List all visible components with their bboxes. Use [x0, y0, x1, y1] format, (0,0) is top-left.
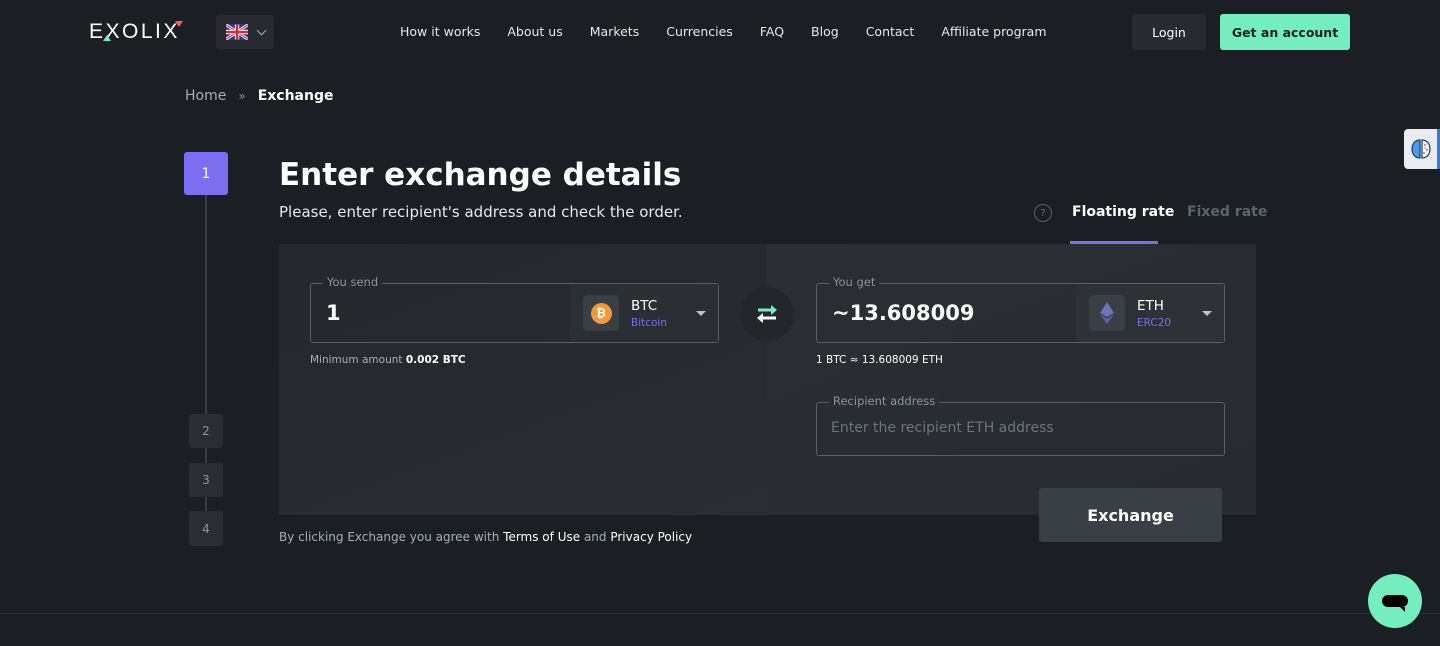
tab-floating-rate[interactable]: Floating rate — [1072, 204, 1174, 220]
nav-about-us[interactable]: About us — [507, 24, 562, 39]
step-1: 1 — [184, 152, 228, 195]
exchange-button[interactable]: Exchange — [1039, 488, 1222, 542]
terms-prefix: By clicking Exchange you agree with — [279, 530, 500, 544]
minimum-amount-label: Minimum amount — [310, 354, 403, 366]
privacy-policy-link[interactable]: Privacy Policy — [610, 530, 692, 544]
language-selector[interactable] — [216, 15, 274, 49]
send-ticker: BTC — [631, 297, 658, 314]
terms-notice: By clicking Exchange you agree with Term… — [279, 530, 692, 544]
brain-icon — [1410, 139, 1431, 159]
send-coin-icon-box: ₿ — [583, 295, 619, 331]
get-amount-output — [832, 301, 1062, 325]
main-nav: How it works About us Markets Currencies… — [400, 24, 1074, 39]
terms-and: and — [583, 530, 607, 544]
get-label: You get — [829, 275, 880, 289]
brain-extension-widget[interactable] — [1404, 129, 1440, 169]
chat-bubble-icon — [1382, 595, 1408, 612]
get-account-button[interactable]: Get an account — [1220, 14, 1350, 50]
ethereum-icon — [1100, 302, 1114, 324]
nav-markets[interactable]: Markets — [590, 24, 639, 39]
get-ticker: ETH — [1137, 297, 1164, 314]
bitcoin-icon: ₿ — [590, 302, 612, 324]
step-3: 3 — [189, 463, 223, 497]
nav-affiliate-program[interactable]: Affiliate program — [941, 24, 1046, 39]
footer-divider — [0, 613, 1440, 614]
chevron-down-icon — [256, 25, 267, 35]
step-4: 4 — [189, 511, 223, 546]
login-button[interactable]: Login — [1132, 14, 1206, 50]
recipient-label: Recipient address — [829, 394, 940, 408]
tab-fixed-rate[interactable]: Fixed rate — [1187, 204, 1267, 220]
minimum-amount-value: 0.002 BTC — [405, 354, 466, 366]
terms-of-use-link[interactable]: Terms of Use — [503, 530, 580, 544]
minimum-amount: Minimum amount 0.002 BTC — [310, 354, 466, 366]
step-2: 2 — [189, 414, 223, 448]
caret-down-icon — [696, 311, 706, 316]
logo-red-triangle-icon — [175, 21, 183, 27]
get-coin-icon-box — [1089, 295, 1125, 331]
breadcrumb: Home » Exchange — [185, 88, 333, 104]
breadcrumb-home[interactable]: Home — [185, 88, 226, 104]
nav-blog[interactable]: Blog — [811, 24, 839, 39]
send-amount-input[interactable] — [326, 301, 556, 325]
nav-faq[interactable]: FAQ — [760, 24, 784, 39]
chat-support-button[interactable] — [1368, 574, 1422, 628]
nav-how-it-works[interactable]: How it works — [400, 24, 480, 39]
get-network: ERC20 — [1137, 316, 1172, 329]
caret-down-icon — [1202, 311, 1212, 316]
breadcrumb-current: Exchange — [257, 88, 334, 104]
get-currency-select[interactable]: ETH ERC20 — [1076, 284, 1224, 342]
recipient-address-input[interactable] — [831, 420, 1201, 436]
send-currency-select[interactable]: ₿ BTC Bitcoin — [570, 284, 718, 342]
nav-contact[interactable]: Contact — [866, 24, 915, 39]
swap-currencies-button[interactable] — [740, 287, 794, 341]
site-header: EXOLIX How it works About us Markets Cur… — [0, 0, 1440, 64]
exolix-logo[interactable]: EXOLIX — [89, 20, 183, 43]
page-subtitle: Please, enter recipient's address and ch… — [279, 203, 683, 221]
send-label: You send — [323, 275, 383, 289]
rate-help-icon[interactable]: ? — [1034, 204, 1052, 222]
logo-green-triangle-icon — [103, 35, 111, 41]
uk-flag-icon — [226, 24, 248, 40]
exchange-rate: 1 BTC ≈ 13.608009 ETH — [816, 354, 943, 366]
swap-arrows-icon — [757, 305, 777, 323]
send-field: You send ₿ BTC Bitcoin — [310, 275, 719, 343]
get-field: You get ETH ERC20 — [816, 275, 1225, 343]
page-title: Enter exchange details — [279, 157, 682, 193]
send-coin-name: Bitcoin — [631, 316, 668, 329]
nav-currencies[interactable]: Currencies — [666, 24, 733, 39]
recipient-field: Recipient address — [816, 394, 1225, 456]
breadcrumb-separator: » — [238, 89, 246, 103]
